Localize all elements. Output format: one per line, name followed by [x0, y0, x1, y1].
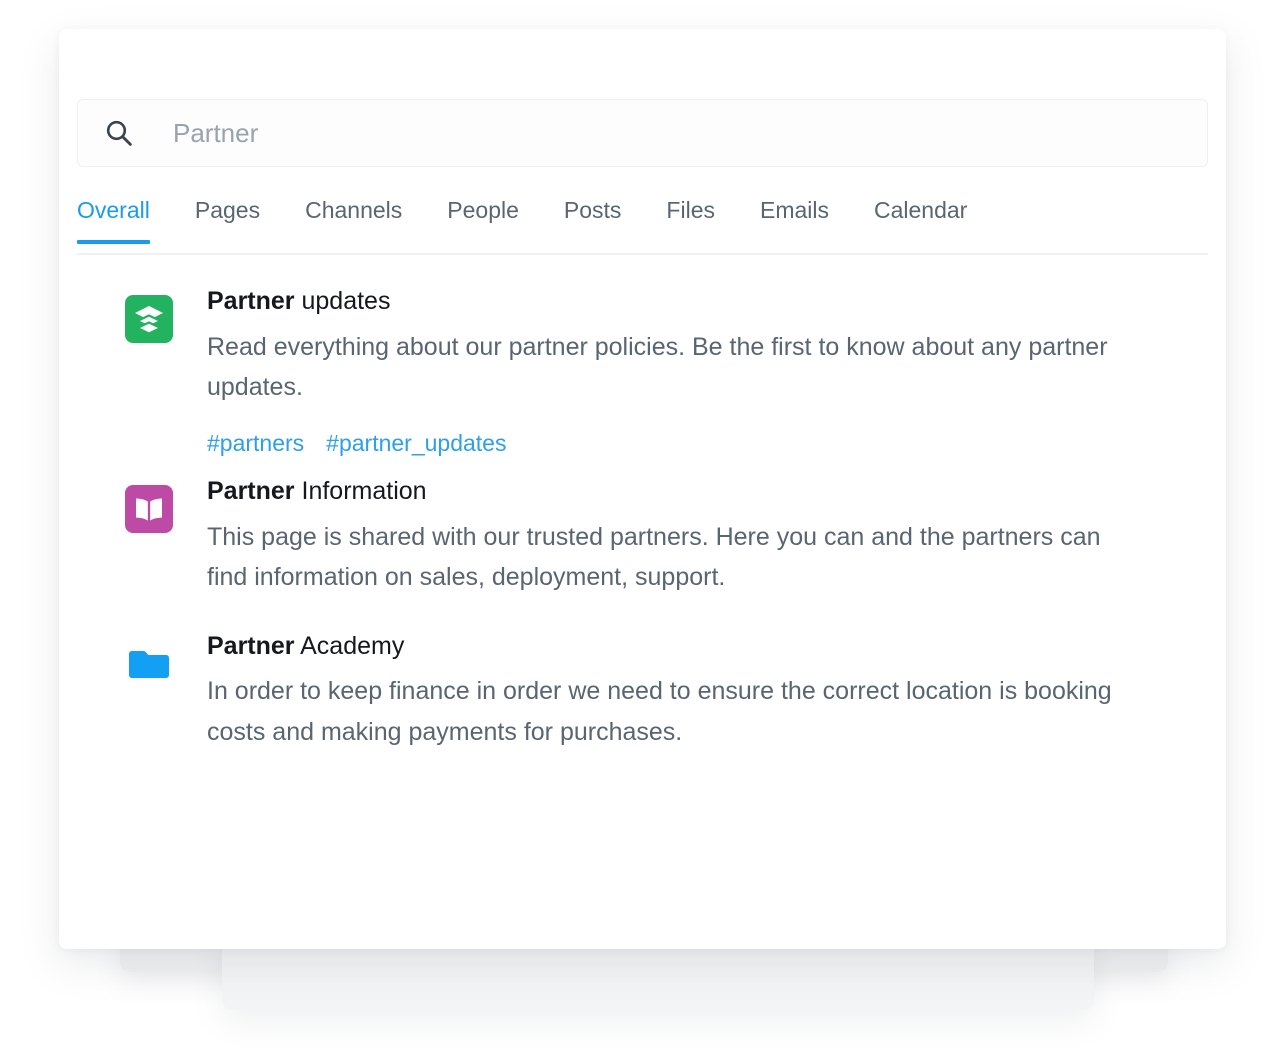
tab-channels[interactable]: Channels: [305, 199, 402, 242]
result-tabs: Overall Pages Channels People Posts File…: [77, 199, 1208, 255]
open-book-icon: [125, 484, 173, 533]
folder-icon: [125, 640, 173, 688]
result-title-rest: Information: [294, 476, 427, 505]
result-tags: #partners #partner_updates: [207, 430, 1208, 457]
result-title: Partner Information: [207, 475, 1208, 509]
result-title-rest: updates: [294, 287, 391, 315]
result-title-rest: Academy: [294, 631, 405, 660]
result-title-highlight: Partner: [207, 287, 295, 315]
result-item-partner-information[interactable]: Partner Information This page is shared …: [77, 469, 1208, 598]
result-description: This page is shared with our trusted par…: [207, 522, 1101, 592]
result-body: Partner Information This page is shared …: [207, 469, 1208, 598]
result-body: Partner Academy In order to keep finance…: [207, 624, 1208, 753]
result-item-partner-updates[interactable]: Partner updates Read everything about ou…: [77, 279, 1208, 461]
search-icon: [104, 118, 134, 148]
tab-pages[interactable]: Pages: [195, 199, 260, 242]
tag-link-partner-updates[interactable]: #partner_updates: [326, 430, 506, 456]
result-title-highlight: Partner: [207, 476, 295, 505]
tab-overall[interactable]: Overall: [77, 199, 150, 244]
tab-files[interactable]: Files: [666, 199, 715, 242]
search-results-panel: Overall Pages Channels People Posts File…: [59, 29, 1226, 949]
tab-emails[interactable]: Emails: [760, 199, 829, 242]
result-title: Partner Academy: [207, 630, 1208, 664]
result-description: In order to keep finance in order we nee…: [207, 677, 1112, 746]
tab-people[interactable]: People: [447, 199, 519, 242]
search-bar[interactable]: [77, 99, 1208, 167]
tag-link-partners[interactable]: #partners: [207, 430, 304, 456]
result-body: Partner updates Read everything about ou…: [207, 279, 1208, 461]
tab-posts[interactable]: Posts: [564, 199, 622, 242]
search-input[interactable]: [173, 117, 1133, 149]
tab-calendar[interactable]: Calendar: [874, 199, 967, 242]
result-description: Read everything about our partner polici…: [207, 332, 1108, 402]
results-list: Partner updates Read everything about ou…: [77, 279, 1208, 760]
result-title: Partner updates: [207, 285, 1208, 319]
layers-stack-icon: [125, 295, 173, 343]
result-item-partner-academy[interactable]: Partner Academy In order to keep finance…: [77, 624, 1208, 753]
result-title-highlight: Partner: [207, 631, 295, 660]
